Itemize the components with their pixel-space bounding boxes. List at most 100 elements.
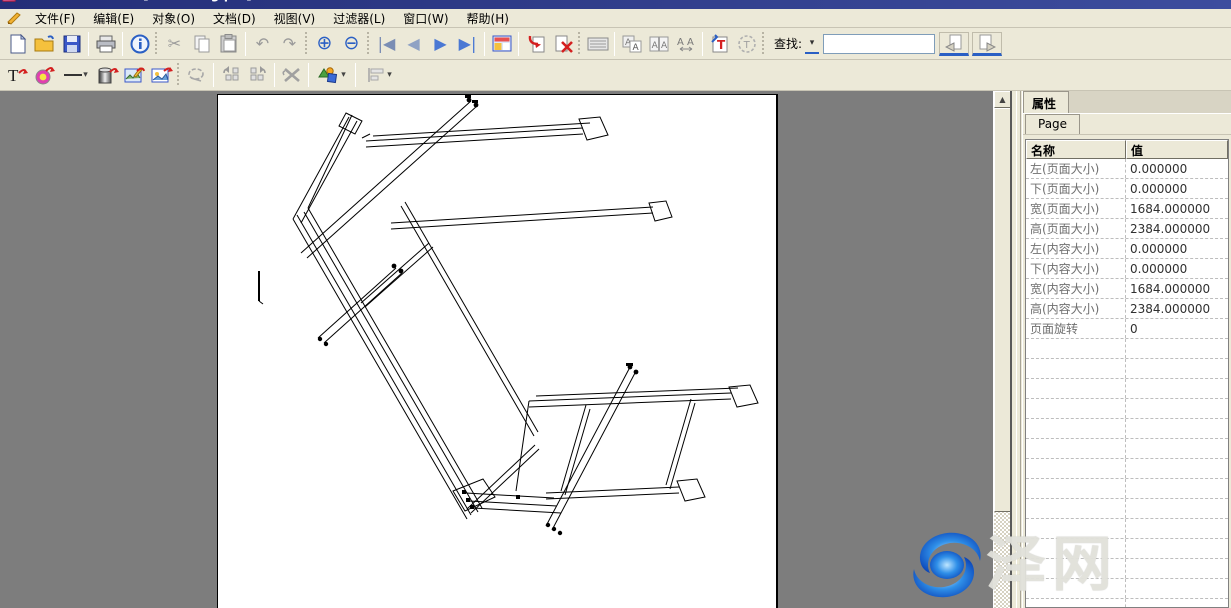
svg-text:A: A	[651, 41, 658, 51]
property-row[interactable]: 下(内容大小) 0.000000	[1026, 259, 1228, 279]
line-style-button[interactable]: ▾	[58, 62, 94, 88]
undo-button[interactable]: ↶	[249, 31, 276, 57]
find-input[interactable]	[823, 34, 935, 54]
font-compare-button[interactable]: AA	[645, 31, 672, 57]
main-toolbar: ✂ ↶ ↷ ⊕ ⊖ |◀ ◀ ▶ ▶| AA AA AA T T 查找:	[0, 28, 1231, 60]
svg-text:T: T	[8, 66, 19, 85]
vertical-scrollbar[interactable]: ▲	[993, 91, 1010, 608]
insert-page-button[interactable]	[522, 31, 549, 57]
property-row[interactable]: 高(内容大小) 2384.000000	[1026, 299, 1228, 319]
select-lasso-button[interactable]	[183, 62, 210, 88]
delete-object-button[interactable]	[278, 62, 305, 88]
delete-page-button[interactable]	[549, 31, 576, 57]
add-color-button[interactable]	[31, 62, 58, 88]
property-row[interactable]	[1026, 419, 1228, 439]
document-info-button[interactable]	[126, 31, 153, 57]
import-text-button[interactable]: T	[706, 31, 733, 57]
property-row[interactable]: 宽(页面大小) 1684.000000	[1026, 199, 1228, 219]
panel-splitter[interactable]	[1010, 91, 1022, 608]
previous-page-button[interactable]: ◀	[400, 31, 427, 57]
add-shading-button[interactable]	[94, 62, 121, 88]
align-objects-caret[interactable]: ▾	[387, 70, 392, 80]
properties-table-body: 左(页面大小) 0.000000 下(页面大小) 0.000000 宽(页面大小…	[1026, 159, 1228, 608]
menu-items-container: 文件(F) 编辑(E) 对象(O) 文档(D) 视图(V) 过滤器(L) 窗口(…	[26, 8, 518, 29]
edit-toolbar: T ▾ ▾ ▾	[0, 60, 1231, 91]
cut-button[interactable]: ✂	[161, 31, 188, 57]
letter-spacing-button[interactable]: AA	[672, 31, 699, 57]
find-previous-button[interactable]	[939, 32, 969, 56]
find-label: 查找:	[774, 35, 802, 52]
property-row[interactable]	[1026, 459, 1228, 479]
menu-item[interactable]: 视图(V)	[265, 8, 325, 29]
svg-text:A: A	[632, 43, 639, 53]
document-menu-icon[interactable]	[6, 11, 22, 25]
app-icon	[2, 0, 16, 2]
property-row[interactable]: 左(内容大小) 0.000000	[1026, 239, 1228, 259]
menu-item[interactable]: 过滤器(L)	[324, 8, 394, 29]
page-layout-button[interactable]	[488, 31, 515, 57]
zoom-in-button[interactable]: ⊕	[311, 31, 338, 57]
find-next-button[interactable]	[972, 32, 1002, 56]
rotate-right-button[interactable]	[244, 62, 271, 88]
column-header-name[interactable]: 名称	[1026, 140, 1126, 159]
menu-item[interactable]: 文档(D)	[204, 8, 265, 29]
rotate-left-button[interactable]	[217, 62, 244, 88]
pdf-page[interactable]	[217, 94, 778, 608]
scrollbar-up-button[interactable]: ▲	[994, 91, 1011, 108]
property-row[interactable]	[1026, 579, 1228, 599]
property-row[interactable]	[1026, 439, 1228, 459]
copy-button[interactable]	[188, 31, 215, 57]
tab-page[interactable]: Page	[1025, 114, 1080, 134]
svg-text:A: A	[661, 41, 668, 51]
find-dropdown-caret[interactable]: ▾	[805, 34, 819, 54]
line-style-caret[interactable]: ▾	[83, 70, 88, 80]
next-page-button[interactable]: ▶	[427, 31, 454, 57]
properties-table-header: 名称 值	[1026, 140, 1228, 159]
menu-item[interactable]: 编辑(E)	[84, 8, 143, 29]
column-header-value[interactable]: 值	[1126, 140, 1228, 159]
document-canvas[interactable]	[0, 91, 993, 608]
first-page-button[interactable]: |◀	[373, 31, 400, 57]
property-row[interactable]	[1026, 599, 1228, 608]
open-file-button[interactable]	[31, 31, 58, 57]
virtual-keyboard-button[interactable]	[584, 31, 611, 57]
svg-text:T: T	[717, 38, 726, 52]
property-row[interactable]	[1026, 499, 1228, 519]
text-circle-button[interactable]: T	[733, 31, 760, 57]
property-row[interactable]	[1026, 399, 1228, 419]
new-document-button[interactable]	[4, 31, 31, 57]
last-page-button[interactable]: ▶|	[454, 31, 481, 57]
edit-image-button[interactable]	[121, 62, 148, 88]
save-button[interactable]	[58, 31, 85, 57]
scrollbar-thumb[interactable]	[994, 108, 1011, 512]
menu-item[interactable]: 文件(F)	[26, 8, 84, 29]
property-row[interactable]: 宽(内容大小) 1684.000000	[1026, 279, 1228, 299]
add-shape-caret[interactable]: ▾	[341, 70, 346, 80]
add-shape-button[interactable]: ▾	[312, 62, 352, 88]
property-row[interactable]	[1026, 379, 1228, 399]
property-row[interactable]	[1026, 339, 1228, 359]
redo-button[interactable]: ↷	[276, 31, 303, 57]
add-text-button[interactable]: T	[4, 62, 31, 88]
property-row[interactable]	[1026, 559, 1228, 579]
property-row[interactable]	[1026, 359, 1228, 379]
print-button[interactable]	[92, 31, 119, 57]
add-image-button[interactable]	[148, 62, 175, 88]
property-row[interactable]	[1026, 519, 1228, 539]
property-row[interactable]: 页面旋转 0	[1026, 319, 1228, 339]
menu-item[interactable]: 窗口(W)	[394, 8, 457, 29]
property-row[interactable]	[1026, 539, 1228, 559]
property-row[interactable]	[1026, 479, 1228, 499]
replace-font-button[interactable]: AA	[618, 31, 645, 57]
property-row[interactable]: 高(页面大小) 2384.000000	[1026, 219, 1228, 239]
menu-item[interactable]: 帮助(H)	[458, 8, 518, 29]
properties-panel: 属性 Page 名称 值 左(页面大小) 0.000000 下(页面大小) 0.…	[1022, 91, 1231, 608]
align-objects-button[interactable]: ▾	[359, 62, 399, 88]
menu-item[interactable]: 对象(O)	[143, 8, 204, 29]
svg-text:T: T	[742, 40, 750, 51]
property-row[interactable]: 下(页面大小) 0.000000	[1026, 179, 1228, 199]
zoom-out-button[interactable]: ⊖	[338, 31, 365, 57]
property-row[interactable]: 左(页面大小) 0.000000	[1026, 159, 1228, 179]
tab-properties[interactable]: 属性	[1023, 91, 1069, 113]
paste-button[interactable]	[215, 31, 242, 57]
